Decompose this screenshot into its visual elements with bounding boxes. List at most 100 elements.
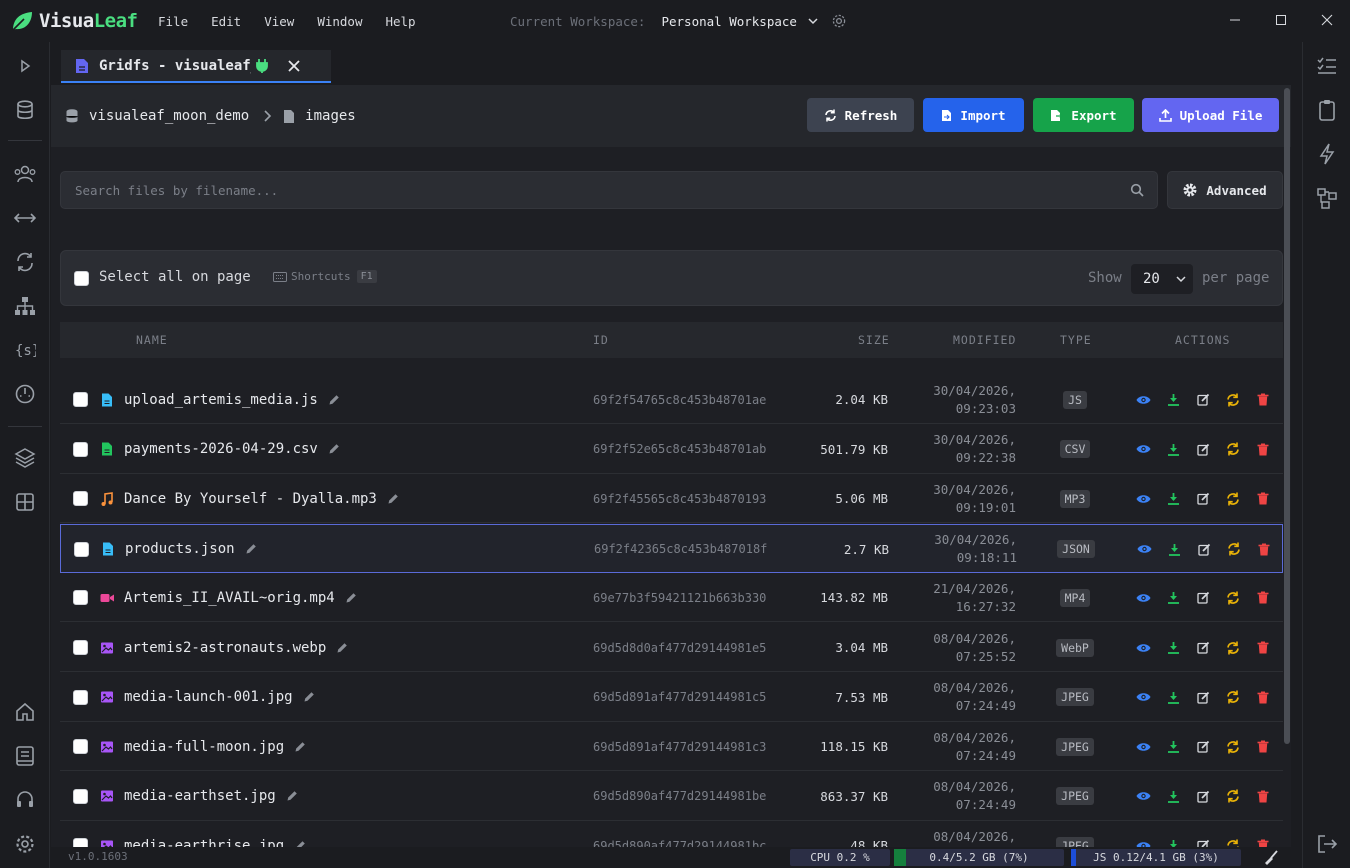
row-checkbox[interactable]	[73, 788, 88, 804]
layers-icon[interactable]	[11, 444, 39, 472]
row-checkbox[interactable]	[73, 689, 88, 705]
file-name[interactable]: upload_artemis_media.js	[124, 392, 318, 408]
logout-icon[interactable]	[1313, 830, 1341, 858]
row-checkbox[interactable]	[74, 541, 89, 557]
pencil-icon[interactable]	[286, 790, 298, 802]
close-icon[interactable]	[287, 59, 301, 73]
file-name[interactable]: Dance By Yourself - Dyalla.mp3	[124, 491, 377, 507]
replace-icon[interactable]	[1218, 789, 1248, 803]
pencil-icon[interactable]	[303, 691, 315, 703]
edit-icon[interactable]	[1189, 543, 1219, 556]
edit-icon[interactable]	[1188, 492, 1218, 505]
download-icon[interactable]	[1158, 492, 1188, 506]
replace-icon[interactable]	[1218, 442, 1248, 456]
pencil-icon[interactable]	[336, 642, 348, 654]
pencil-icon[interactable]	[294, 741, 306, 753]
file-name[interactable]: payments-2026-04-29.csv	[124, 441, 318, 457]
users-icon[interactable]	[11, 160, 39, 188]
table-row[interactable]: Dance By Yourself - Dyalla.mp3 69f2f4556…	[60, 474, 1283, 524]
table-row[interactable]: products.json 69f2f42365c8c453b487018f 2…	[60, 523, 1283, 573]
file-name[interactable]: media-full-moon.jpg	[124, 739, 284, 755]
menu-window[interactable]: Window	[317, 14, 362, 29]
column-name[interactable]: NAME	[136, 322, 168, 358]
file-name[interactable]: Artemis_II_AVAIL~orig.mp4	[124, 590, 335, 606]
chevron-down-icon[interactable]	[807, 15, 819, 27]
view-icon[interactable]	[1128, 592, 1158, 604]
search-input[interactable]	[75, 172, 1115, 208]
hierarchy-icon[interactable]	[11, 292, 39, 320]
delete-icon[interactable]	[1248, 393, 1278, 406]
maximize-button[interactable]	[1258, 0, 1304, 40]
view-icon[interactable]	[1128, 394, 1158, 406]
play-icon[interactable]	[11, 52, 39, 80]
download-icon[interactable]	[1158, 443, 1188, 456]
replace-icon[interactable]	[1218, 591, 1248, 605]
pencil-icon[interactable]	[387, 493, 399, 505]
view-icon[interactable]	[1128, 741, 1158, 753]
column-modified[interactable]: MODIFIED	[953, 322, 1016, 358]
replace-icon[interactable]	[1218, 690, 1248, 704]
refresh-button[interactable]: Refresh	[807, 98, 914, 132]
variables-icon[interactable]: {s}	[11, 336, 39, 364]
row-checkbox[interactable]	[73, 838, 88, 847]
settings-icon[interactable]	[11, 830, 39, 858]
workspace-dropdown[interactable]: Personal Workspace	[661, 14, 796, 29]
replace-icon[interactable]	[1218, 839, 1248, 847]
edit-icon[interactable]	[1188, 393, 1218, 406]
gear-icon[interactable]	[831, 13, 847, 29]
search-icon[interactable]	[1130, 183, 1144, 197]
row-checkbox[interactable]	[73, 441, 88, 457]
checklist-icon[interactable]	[1313, 52, 1341, 80]
file-name[interactable]: artemis2-astronauts.webp	[124, 640, 326, 656]
delete-icon[interactable]	[1248, 740, 1278, 753]
upload-file-button[interactable]: Upload File	[1142, 98, 1279, 132]
support-icon[interactable]	[11, 786, 39, 814]
table-row[interactable]: artemis2-astronauts.webp 69d5d8d0af477d2…	[60, 623, 1283, 672]
export-button[interactable]: Export	[1033, 98, 1134, 132]
delete-icon[interactable]	[1248, 492, 1278, 505]
gauge-icon[interactable]	[11, 380, 39, 408]
edit-icon[interactable]	[1188, 443, 1218, 456]
file-name[interactable]: media-launch-001.jpg	[124, 689, 293, 705]
view-icon[interactable]	[1128, 642, 1158, 654]
lightning-icon[interactable]	[1313, 140, 1341, 168]
delete-icon[interactable]	[1248, 839, 1278, 847]
book-icon[interactable]	[11, 742, 39, 770]
advanced-button[interactable]: Advanced	[1167, 171, 1283, 209]
view-icon[interactable]	[1128, 443, 1158, 455]
edit-icon[interactable]	[1188, 641, 1218, 654]
row-checkbox[interactable]	[73, 739, 88, 755]
download-icon[interactable]	[1158, 691, 1188, 704]
broom-icon[interactable]	[1263, 850, 1279, 866]
pencil-icon[interactable]	[328, 394, 340, 406]
import-button[interactable]: Import	[923, 98, 1024, 132]
row-checkbox[interactable]	[73, 590, 88, 606]
menu-file[interactable]: File	[158, 14, 188, 29]
view-icon[interactable]	[1129, 543, 1159, 555]
delete-icon[interactable]	[1248, 641, 1278, 654]
schema-icon[interactable]	[1313, 184, 1341, 212]
edit-icon[interactable]	[1188, 790, 1218, 803]
pencil-icon[interactable]	[245, 543, 257, 555]
column-size[interactable]: SIZE	[858, 322, 890, 358]
delete-icon[interactable]	[1249, 543, 1279, 556]
database-icon[interactable]	[11, 96, 39, 124]
file-name[interactable]: media-earthset.jpg	[124, 788, 276, 804]
pencil-icon[interactable]	[328, 443, 340, 455]
select-all-checkbox[interactable]	[74, 271, 89, 286]
table-row[interactable]: media-launch-001.jpg 69d5d891af477d29144…	[60, 673, 1283, 722]
table-row[interactable]: media-earthset.jpg 69d5d890af477d2914498…	[60, 772, 1283, 821]
menu-view[interactable]: View	[264, 14, 294, 29]
sync-icon[interactable]	[11, 248, 39, 276]
pencil-icon[interactable]	[294, 840, 306, 847]
edit-icon[interactable]	[1188, 591, 1218, 605]
edit-icon[interactable]	[1188, 839, 1218, 847]
row-checkbox[interactable]	[73, 491, 88, 507]
replace-icon[interactable]	[1219, 542, 1249, 556]
table-row[interactable]: payments-2026-04-29.csv 69f2f52e65c8c453…	[60, 425, 1283, 474]
table-row[interactable]: Artemis_II_AVAIL~orig.mp4 69e77b3f594211…	[60, 573, 1283, 623]
menu-edit[interactable]: Edit	[211, 14, 241, 29]
download-icon[interactable]	[1158, 393, 1188, 406]
download-icon[interactable]	[1158, 591, 1188, 605]
edit-icon[interactable]	[1188, 740, 1218, 753]
